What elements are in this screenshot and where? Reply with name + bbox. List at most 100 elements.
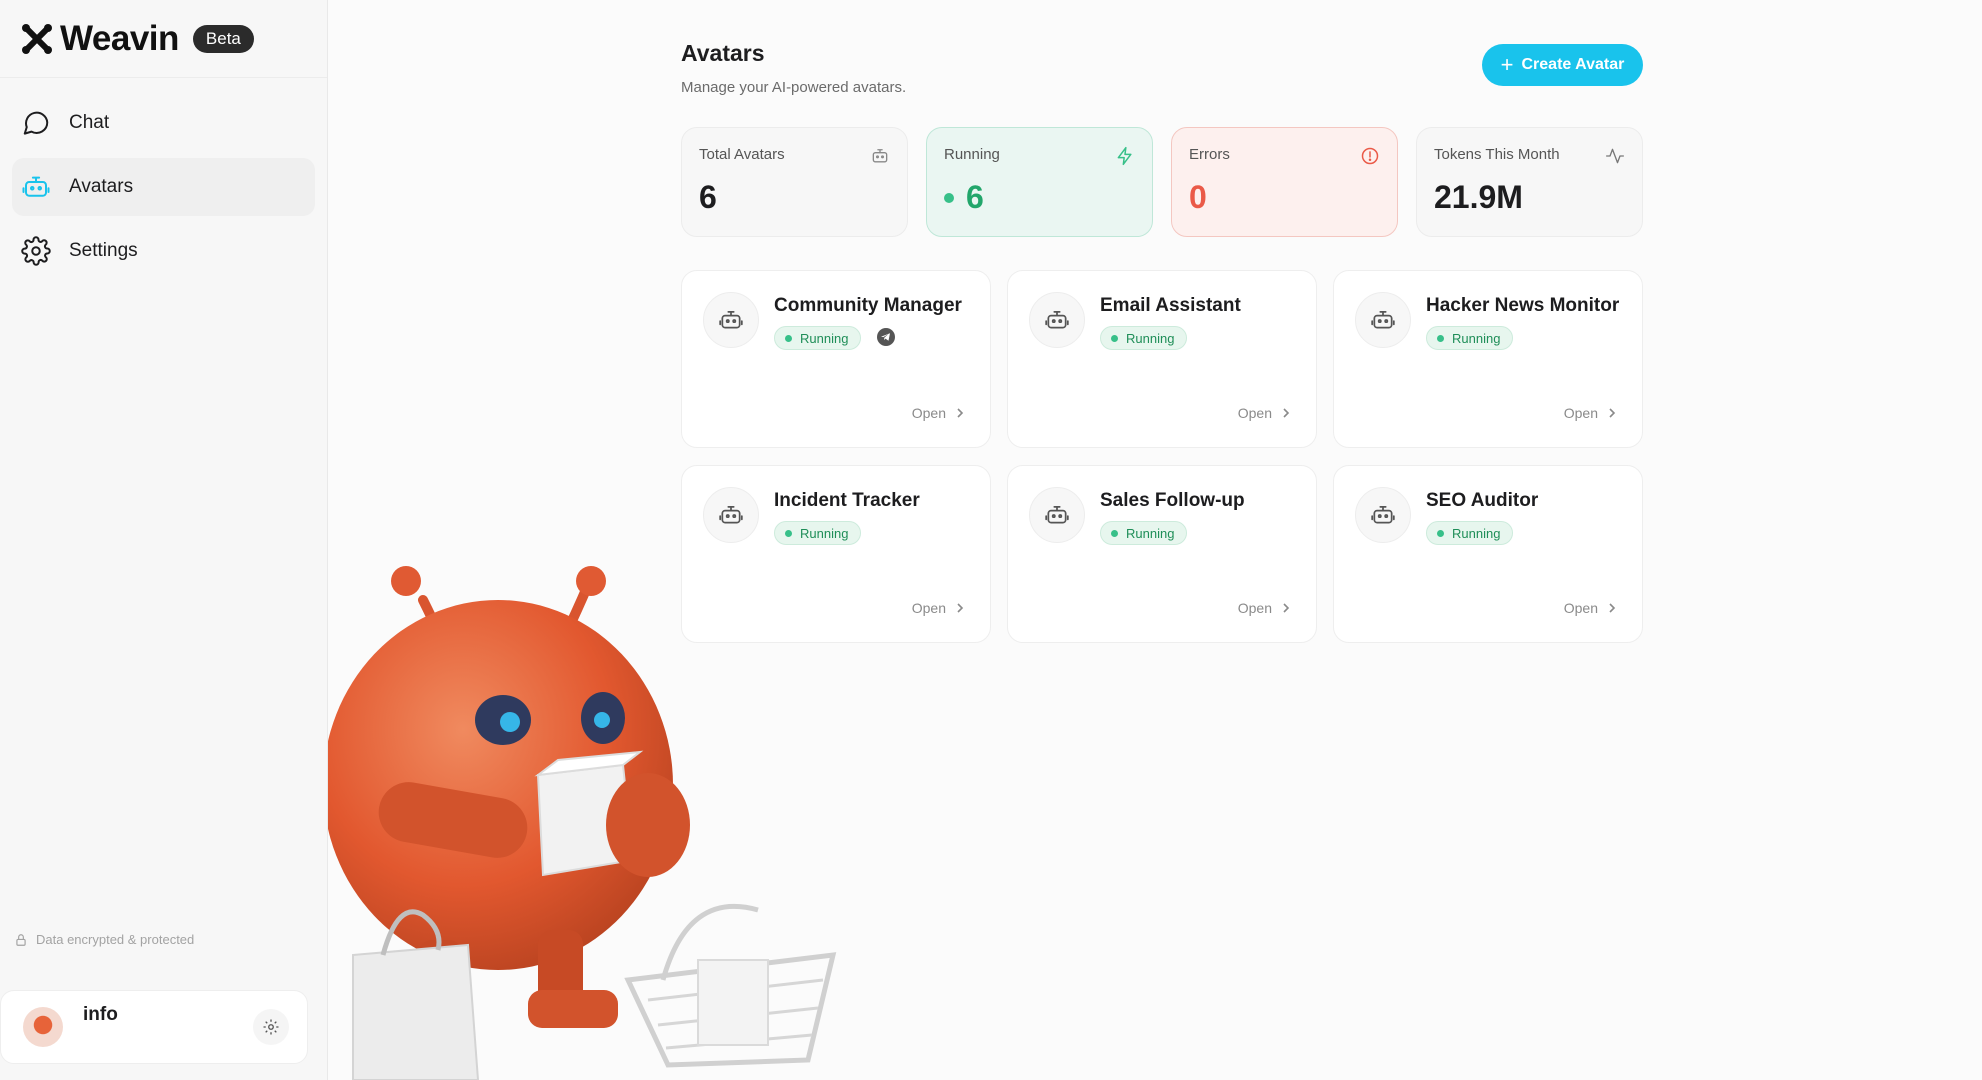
- open-label: Open: [1563, 405, 1598, 421]
- robot-icon: [1371, 311, 1395, 329]
- open-link[interactable]: Open: [1238, 600, 1292, 616]
- stat-value: 21.9M: [1434, 179, 1523, 215]
- plus-icon: +: [1500, 52, 1514, 77]
- page-header: Avatars Manage your AI-powered avatars.: [681, 40, 906, 96]
- telegram-icon: [877, 328, 895, 346]
- robot-icon: [719, 311, 743, 329]
- stat-tokens: Tokens This Month 21.9M: [1416, 127, 1643, 237]
- brand: Weavin Beta: [0, 0, 327, 78]
- stat-value: 0: [1189, 179, 1207, 215]
- sidebar-item-settings[interactable]: Settings: [12, 222, 315, 280]
- gear-icon: [263, 1019, 279, 1035]
- chevron-right-icon: [1609, 408, 1616, 418]
- stat-label: Total Avatars: [699, 146, 785, 163]
- weavin-logo-icon: [22, 23, 52, 54]
- chevron-right-icon: [957, 603, 964, 613]
- robot-icon: [1045, 506, 1069, 524]
- user-name: info: [83, 1004, 118, 1025]
- chevron-right-icon: [1283, 408, 1290, 418]
- avatar-card-sales-follow-up[interactable]: Sales Follow-up Running Open: [1007, 465, 1317, 643]
- robot-icon: [1045, 311, 1069, 329]
- security-note: Data encrypted & protected: [14, 932, 194, 947]
- lightning-icon: [1117, 146, 1132, 166]
- activity-icon: [1606, 148, 1624, 164]
- chevron-right-icon: [957, 408, 964, 418]
- sidebar-item-label: Settings: [69, 240, 138, 261]
- stat-value: 6: [699, 179, 717, 215]
- status-dot-icon: [1437, 529, 1444, 537]
- status-badge: Running: [1426, 326, 1514, 350]
- avatar-card-seo-auditor[interactable]: SEO Auditor Running Open: [1333, 465, 1643, 643]
- avatar-icon-wrap: [1355, 292, 1411, 348]
- create-avatar-button[interactable]: + Create Avatar: [1482, 44, 1643, 86]
- robot-icon: [1371, 506, 1395, 524]
- status-dot-icon: [1111, 529, 1118, 537]
- status-dot-icon: [1437, 334, 1444, 342]
- avatar-name: Email Assistant: [1100, 295, 1241, 316]
- open-link[interactable]: Open: [912, 405, 966, 421]
- avatar-name: Sales Follow-up: [1100, 490, 1245, 511]
- brand-name: Weavin: [60, 18, 179, 58]
- stat-label: Errors: [1189, 146, 1230, 163]
- sidebar-nav: Chat Avatars Settings: [0, 78, 327, 302]
- stat-label: Running: [944, 146, 1000, 163]
- open-link[interactable]: Open: [1564, 600, 1618, 616]
- status-badge: Running: [774, 521, 862, 545]
- status-dot-icon: [785, 334, 792, 342]
- avatar-card-hacker-news-monitor[interactable]: Hacker News Monitor Running Open: [1333, 270, 1643, 448]
- chat-bubble-icon: [23, 111, 49, 135]
- status-label: Running: [800, 525, 849, 541]
- open-label: Open: [1563, 600, 1598, 616]
- status-label: Running: [1452, 330, 1501, 346]
- robot-icon: [22, 176, 50, 197]
- avatar-card-email-assistant[interactable]: Email Assistant Running Open: [1007, 270, 1317, 448]
- status-dot-icon: [785, 529, 792, 537]
- avatar-card-community-manager[interactable]: Community Manager Running Open: [681, 270, 991, 448]
- page-subtitle: Manage your AI-powered avatars.: [681, 79, 907, 96]
- lock-icon: [16, 933, 26, 946]
- create-avatar-label: Create Avatar: [1521, 56, 1625, 73]
- open-label: Open: [1237, 405, 1272, 421]
- alert-circle-icon: [1361, 147, 1379, 165]
- sidebar-item-avatars[interactable]: Avatars: [12, 158, 315, 216]
- mascot-illustration: [328, 566, 837, 1080]
- open-label: Open: [1237, 600, 1272, 616]
- status-badge: Running: [1100, 521, 1188, 545]
- status-label: Running: [1126, 525, 1175, 541]
- open-label: Open: [911, 600, 946, 616]
- user-settings-button[interactable]: [253, 1009, 289, 1045]
- status-badge: Running: [774, 326, 862, 350]
- avatar-name: Incident Tracker: [774, 490, 920, 511]
- sidebar-item-label: Avatars: [69, 176, 134, 197]
- sidebar: Weavin Beta Chat Avatars Settings Data e…: [0, 0, 328, 1080]
- open-link[interactable]: Open: [1564, 405, 1618, 421]
- avatar: [23, 1007, 63, 1047]
- user-card[interactable]: info: [0, 990, 308, 1064]
- avatar-name: Hacker News Monitor: [1426, 295, 1620, 316]
- chevron-right-icon: [1609, 603, 1616, 613]
- avatar-icon-wrap: [703, 487, 759, 543]
- stat-value-wrap: 6: [944, 179, 1135, 216]
- status-dot-icon: [1111, 334, 1118, 342]
- open-link[interactable]: Open: [1238, 405, 1292, 421]
- status-label: Running: [1126, 330, 1175, 346]
- stat-label: Tokens This Month: [1434, 146, 1560, 163]
- avatar-icon-wrap: [1029, 292, 1085, 348]
- page-title: Avatars: [681, 40, 765, 66]
- chevron-right-icon: [1283, 603, 1290, 613]
- running-dot-icon: [944, 192, 954, 203]
- stat-total-avatars: Total Avatars 6: [681, 127, 908, 237]
- sidebar-item-chat[interactable]: Chat: [12, 94, 315, 152]
- avatar-name: SEO Auditor: [1426, 490, 1539, 511]
- open-link[interactable]: Open: [912, 600, 966, 616]
- avatar-icon-wrap: [1355, 487, 1411, 543]
- status-label: Running: [1452, 525, 1501, 541]
- avatar-icon-wrap: [1029, 487, 1085, 543]
- status-badge: Running: [1426, 521, 1514, 545]
- gear-icon: [21, 236, 51, 266]
- security-note-text: Data encrypted & protected: [36, 932, 195, 947]
- open-label: Open: [911, 405, 946, 421]
- stat-running: Running 6: [926, 127, 1153, 237]
- avatar-name: Community Manager: [774, 295, 962, 316]
- status-label: Running: [800, 330, 849, 346]
